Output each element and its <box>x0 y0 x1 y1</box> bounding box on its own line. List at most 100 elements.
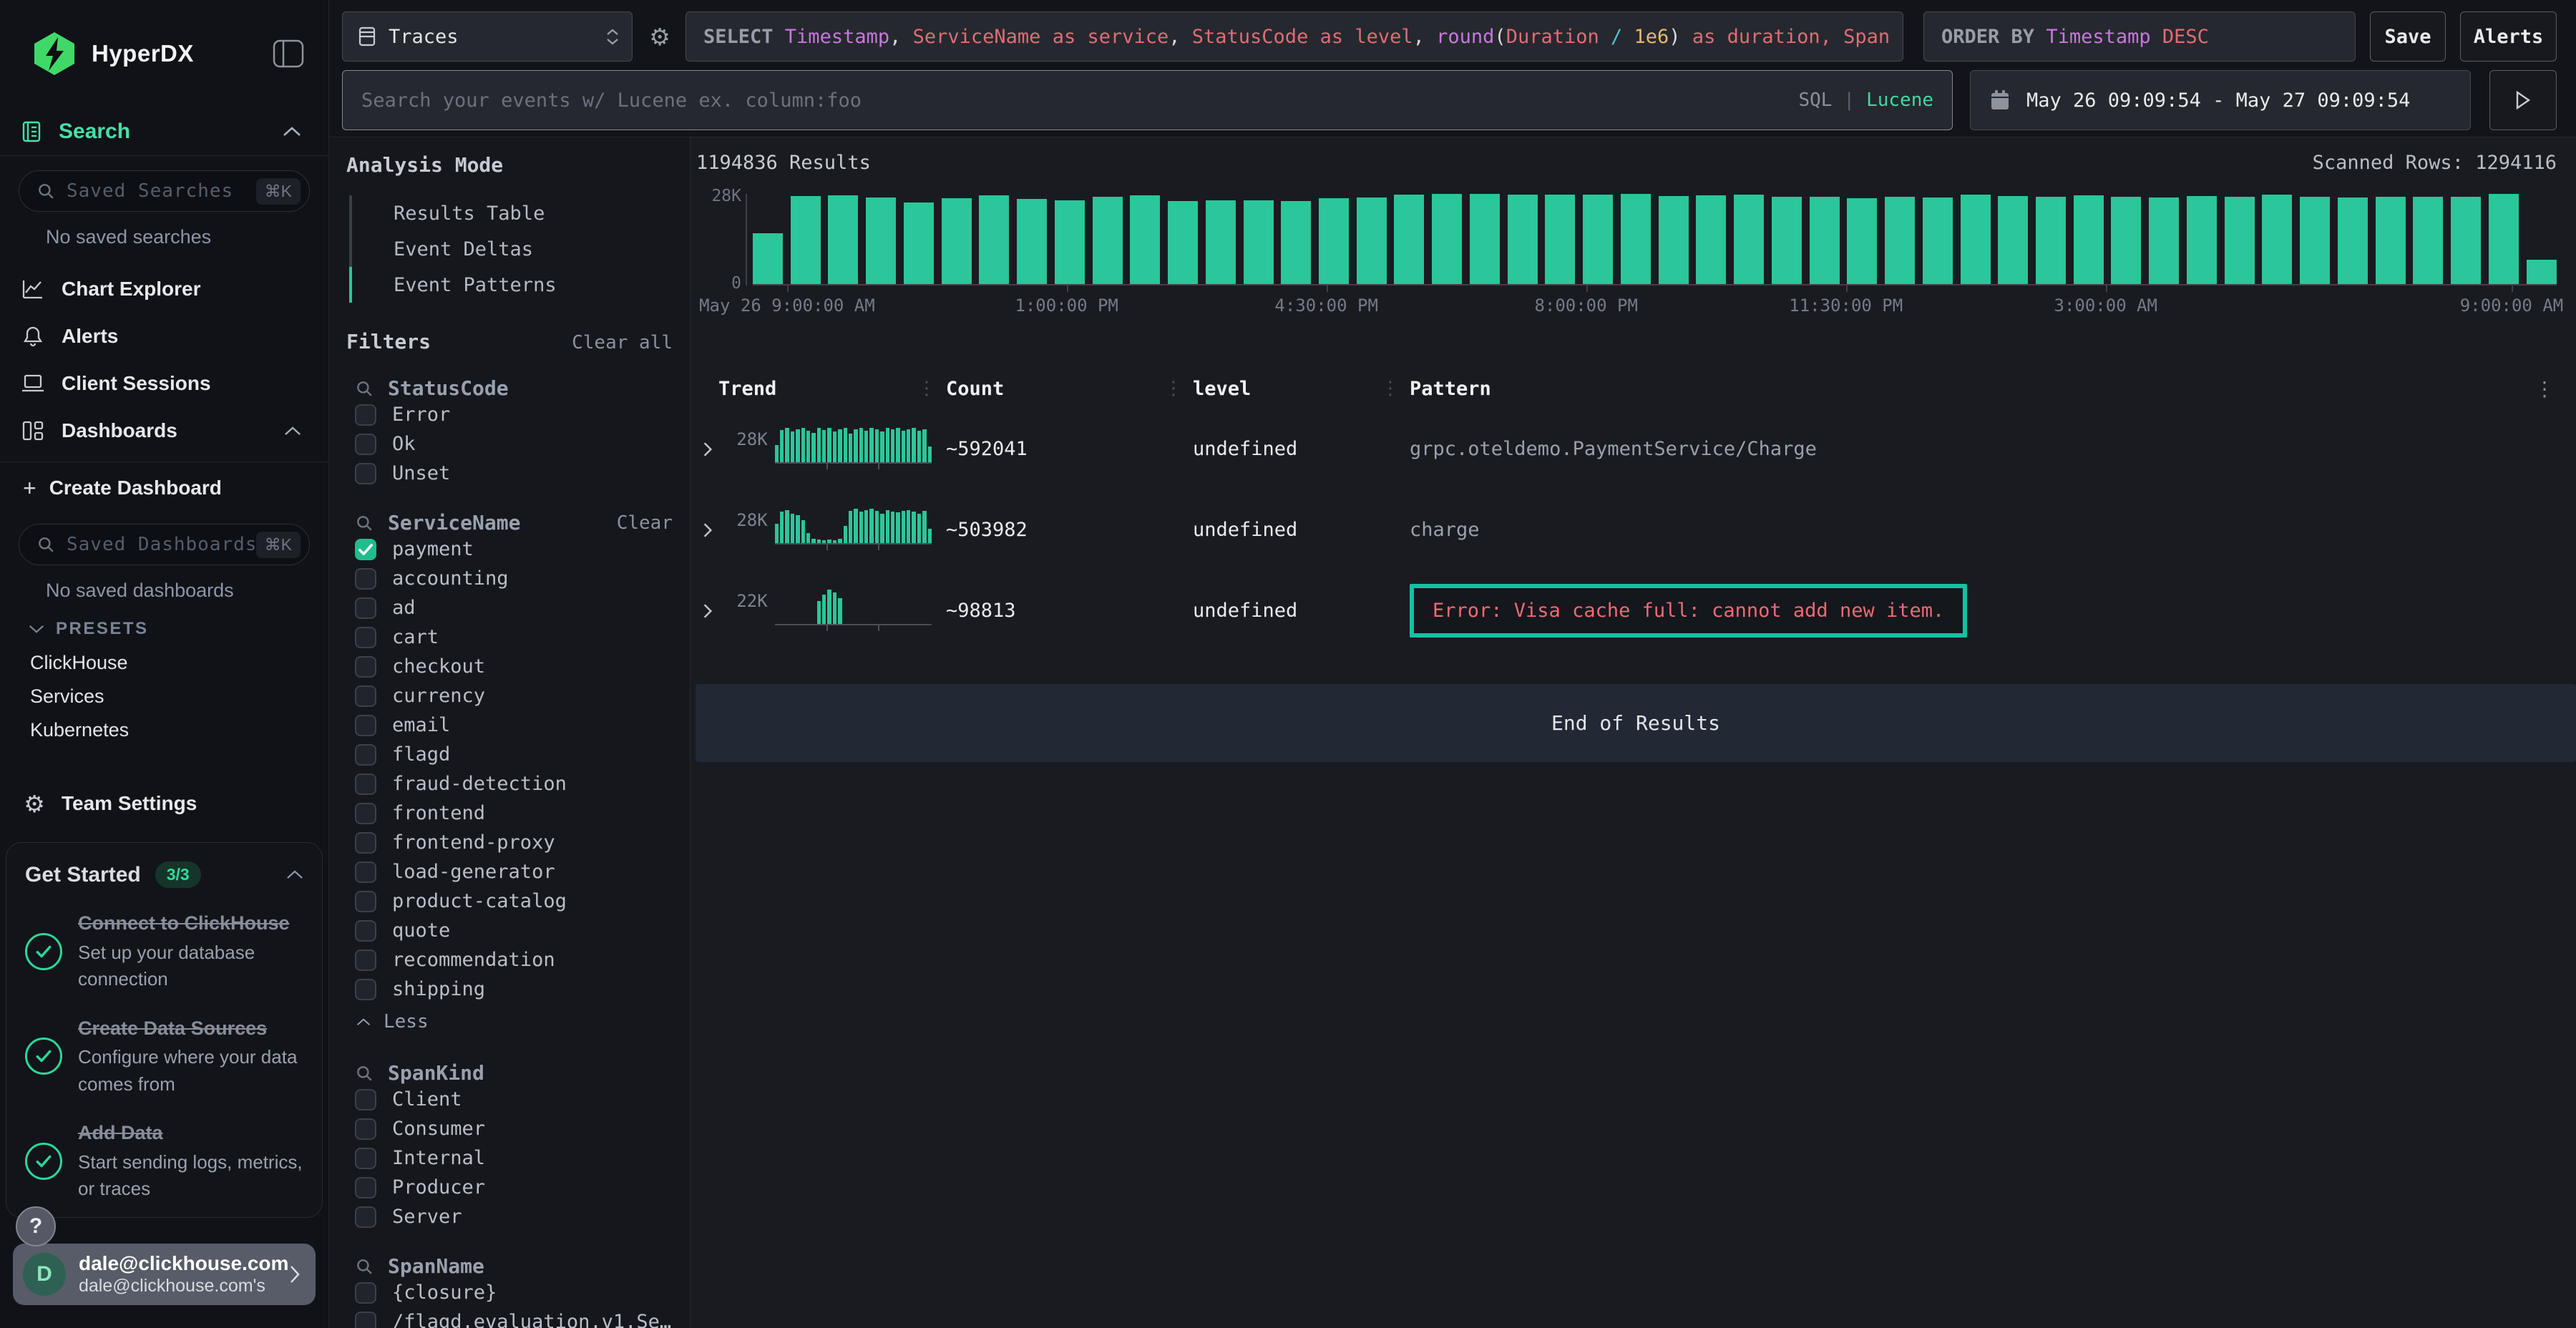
source-settings-gear-icon[interactable]: ⚙ <box>643 11 677 62</box>
checkbox-unchecked[interactable] <box>355 949 376 971</box>
time-range-picker[interactable]: May 26 09:09:54 - May 27 09:09:54 <box>1970 70 2471 130</box>
filter-option-product-catalog[interactable]: product-catalog <box>346 887 673 916</box>
sidebar-item-search[interactable]: Search <box>0 107 328 156</box>
saved-dashboards-input[interactable]: ⌘K <box>19 524 310 565</box>
sidebar-collapse-icon[interactable] <box>273 39 304 68</box>
checkbox-unchecked[interactable] <box>355 1282 376 1304</box>
collapse-options-button[interactable]: Less <box>346 1005 673 1038</box>
filter-option-shipping[interactable]: shipping <box>346 975 673 1004</box>
filter-option-server[interactable]: Server <box>346 1202 673 1231</box>
checkbox-unchecked[interactable] <box>355 1148 376 1169</box>
filter-option-producer[interactable]: Producer <box>346 1173 673 1202</box>
filter-option-load-generator[interactable]: load-generator <box>346 857 673 887</box>
order-by-input[interactable]: ORDER BY Timestamp DESC <box>1923 11 2356 62</box>
create-dashboard-button[interactable]: + Create Dashboard <box>13 467 316 509</box>
clear-filter-button[interactable]: Clear <box>617 512 673 534</box>
lucene-mode-toggle[interactable]: Lucene <box>1866 89 1933 111</box>
analysis-mode-event-deltas[interactable]: Event Deltas <box>349 231 673 267</box>
filter-option--flagd-evaluation-v1-se-[interactable]: /flagd.evaluation.v1.Se… <box>346 1307 673 1328</box>
user-menu[interactable]: D dale@clickhouse.com dale@clickhouse.co… <box>13 1244 316 1305</box>
checkbox-checked[interactable] <box>355 539 376 560</box>
get-started-item[interactable]: Connect to ClickHouseSet up your databas… <box>25 909 303 993</box>
table-row[interactable]: 28K~592041undefinedgrpc.oteldemo.Payment… <box>696 409 2557 489</box>
search-icon[interactable] <box>355 514 374 532</box>
sidebar-item-chart-explorer[interactable]: Chart Explorer <box>13 265 316 313</box>
save-button[interactable]: Save <box>2370 11 2446 62</box>
filter-option-consumer[interactable]: Consumer <box>346 1114 673 1143</box>
event-search-box[interactable]: SQL | Lucene <box>342 70 1953 130</box>
help-button[interactable]: ? <box>16 1206 56 1246</box>
filter-option-ad[interactable]: ad <box>346 593 673 622</box>
expand-row-icon[interactable] <box>701 602 728 620</box>
column-header-pattern[interactable]: Pattern <box>1395 378 2532 400</box>
checkbox-unchecked[interactable] <box>355 656 376 678</box>
checkbox-unchecked[interactable] <box>355 597 376 619</box>
checkbox-unchecked[interactable] <box>355 1118 376 1140</box>
column-header-level[interactable]: level <box>1179 378 1381 400</box>
sidebar-item-dashboards[interactable]: Dashboards <box>13 407 316 454</box>
filter-option-client[interactable]: Client <box>346 1085 673 1114</box>
chevron-up-icon[interactable] <box>286 869 303 880</box>
filter-option-frontend[interactable]: frontend <box>346 799 673 828</box>
presets-toggle[interactable]: PRESETS <box>29 619 316 639</box>
checkbox-unchecked[interactable] <box>355 803 376 824</box>
sidebar-preset-kubernetes[interactable]: Kubernetes <box>13 713 316 747</box>
filter-option-error[interactable]: Error <box>346 400 673 429</box>
filter-option-frontend-proxy[interactable]: frontend-proxy <box>346 828 673 857</box>
clear-all-filters-button[interactable]: Clear all <box>572 332 673 353</box>
filter-option-fraud-detection[interactable]: fraud-detection <box>346 769 673 799</box>
filter-option-accounting[interactable]: accounting <box>346 564 673 593</box>
checkbox-unchecked[interactable] <box>355 434 376 455</box>
saved-searches-input[interactable]: ⌘K <box>19 170 310 212</box>
column-resize-handle[interactable]: ⋮ <box>1381 378 1395 399</box>
event-search-input[interactable] <box>361 89 1798 112</box>
filter-option-unset[interactable]: Unset <box>346 459 673 488</box>
checkbox-unchecked[interactable] <box>355 463 376 484</box>
pattern-cell[interactable]: grpc.oteldemo.PaymentService/Charge <box>1395 438 2557 460</box>
filter-option-recommendation[interactable]: recommendation <box>346 945 673 975</box>
select-query-input[interactable]: SELECT Timestamp, ServiceName as service… <box>686 11 1903 62</box>
expand-row-icon[interactable] <box>701 522 728 539</box>
checkbox-unchecked[interactable] <box>355 404 376 426</box>
table-row[interactable]: 22K~98813undefinedError: Visa cache full… <box>696 570 2557 651</box>
column-header-count[interactable]: Count <box>932 378 1164 400</box>
column-resize-handle[interactable]: ⋮ <box>1164 378 1179 399</box>
sidebar-preset-services[interactable]: Services <box>13 680 316 713</box>
filter-option--closure-[interactable]: {closure} <box>346 1278 673 1307</box>
filter-option-ok[interactable]: Ok <box>346 429 673 459</box>
checkbox-unchecked[interactable] <box>355 744 376 766</box>
checkbox-unchecked[interactable] <box>355 715 376 736</box>
filter-option-checkout[interactable]: checkout <box>346 652 673 681</box>
checkbox-unchecked[interactable] <box>355 1089 376 1110</box>
checkbox-unchecked[interactable] <box>355 773 376 795</box>
checkbox-unchecked[interactable] <box>355 685 376 707</box>
analysis-mode-event-patterns[interactable]: Event Patterns <box>349 267 673 303</box>
checkbox-unchecked[interactable] <box>355 568 376 590</box>
filter-option-quote[interactable]: quote <box>346 916 673 945</box>
checkbox-unchecked[interactable] <box>355 1177 376 1198</box>
expand-row-icon[interactable] <box>701 441 728 458</box>
run-query-button[interactable] <box>2489 70 2557 130</box>
get-started-item[interactable]: Create Data SourcesConfigure where your … <box>25 1015 303 1098</box>
search-icon[interactable] <box>355 1064 374 1083</box>
search-icon[interactable] <box>355 1257 374 1276</box>
filter-option-flagd[interactable]: flagd <box>346 740 673 769</box>
chevron-up-icon[interactable] <box>284 426 301 436</box>
source-select[interactable]: Traces <box>342 11 633 62</box>
chevron-up-icon[interactable] <box>283 126 301 137</box>
results-histogram[interactable]: 28K 0 May 26 9:00:00 AM1:00:00 PM4:30:00… <box>753 194 2557 285</box>
highlighted-error-pattern[interactable]: Error: Visa cache full: cannot add new i… <box>1410 584 1967 638</box>
filter-option-cart[interactable]: cart <box>346 622 673 652</box>
checkbox-unchecked[interactable] <box>355 627 376 648</box>
pattern-cell[interactable]: charge <box>1395 519 2557 541</box>
sidebar-item-team-settings[interactable]: ⚙ Team Settings <box>13 780 316 827</box>
table-row[interactable]: 28K~503982undefinedcharge <box>696 489 2557 570</box>
filter-option-currency[interactable]: currency <box>346 681 673 711</box>
get-started-item[interactable]: Add DataStart sending logs, metrics, or … <box>25 1119 303 1203</box>
search-icon[interactable] <box>355 379 374 398</box>
checkbox-unchecked[interactable] <box>355 920 376 942</box>
sidebar-item-alerts[interactable]: Alerts <box>13 313 316 360</box>
sql-mode-toggle[interactable]: SQL <box>1798 89 1832 111</box>
alerts-button[interactable]: Alerts <box>2460 11 2557 62</box>
sidebar-item-client-sessions[interactable]: Client Sessions <box>13 360 316 407</box>
